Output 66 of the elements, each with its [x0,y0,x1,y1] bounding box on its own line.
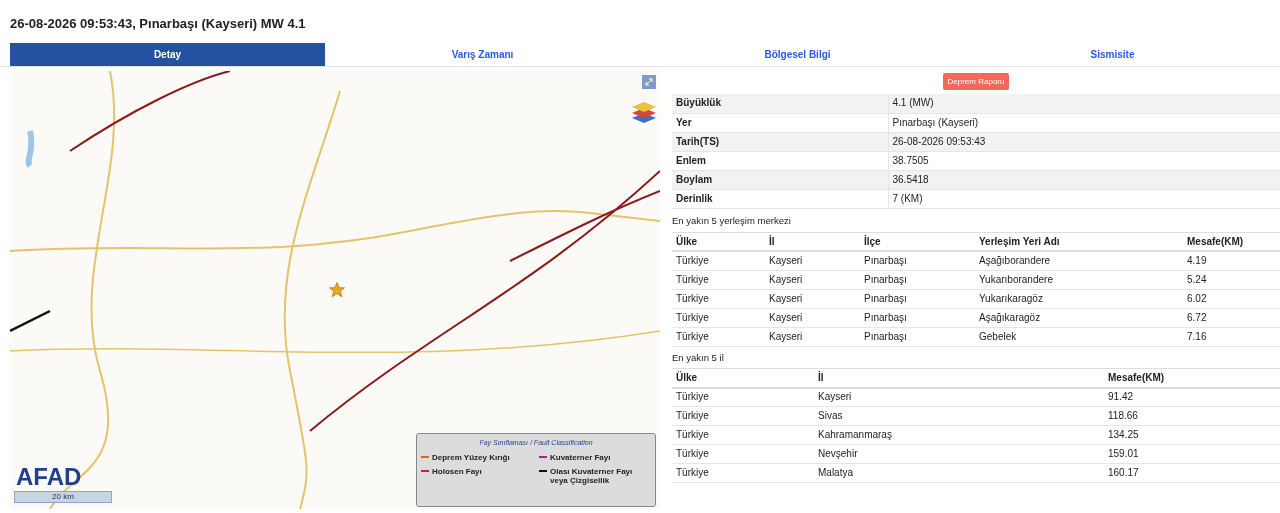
column-header: Yerleşim Yeri Adı [975,232,1183,252]
table-cell: Pınarbaşı [860,270,975,290]
table-cell: Kayseri [765,289,860,309]
column-header: Mesafe(KM) [1104,368,1280,388]
column-header: Ülke [672,232,765,252]
table-cell: Kayseri [765,327,860,347]
table-cell: Kayseri [765,251,860,271]
column-header: Ülke [672,368,814,388]
field-label: Büyüklük [672,94,888,113]
table-cell: Türkiye [672,289,765,309]
fullscreen-button[interactable] [642,75,656,89]
table-cell: Kahramanmaraş [814,425,1104,445]
fault-line [10,309,51,333]
tab[interactable]: Detay [10,43,325,66]
table-cell: Türkiye [672,444,814,464]
table-cell: 118.66 [1104,406,1280,426]
table-cell: Türkiye [672,463,814,483]
column-header: İl [814,368,1104,388]
table-cell: 6.72 [1183,308,1280,328]
table-cell: 7.16 [1183,327,1280,347]
table-cell: 134.25 [1104,425,1280,445]
column-header: Mesafe(KM) [1183,232,1280,252]
table-cell: Nevşehir [814,444,1104,464]
star-icon [328,281,346,299]
table-cell: Türkiye [672,270,765,290]
column-header: İl [765,232,860,252]
table-cell: 6.02 [1183,289,1280,309]
expand-icon [645,78,653,86]
table-cell: Kayseri [814,387,1104,407]
legend-label: Deprem Yüzey Kırığı [432,452,510,462]
table-cell: Pınarbaşı [860,289,975,309]
table-cell: Yukarıkaragöz [975,289,1183,309]
table-cell: 159.01 [1104,444,1280,464]
table-cell: Malatya [814,463,1104,483]
field-value: 4.1 (MW) [888,94,1280,113]
table-cell: 4.19 [1183,251,1280,271]
legend-label: Kuvaterner Fayı [550,452,611,462]
table-cell: Türkiye [672,251,765,271]
table-cell: Türkiye [672,387,814,407]
page-title: 26-08-2026 09:53:43, Pınarbaşı (Kayseri) MW 4.1 [9,15,307,33]
table-cell: Aşağıkaragöz [975,308,1183,328]
logo: AFAD [16,465,82,489]
table-cell: Kayseri [765,308,860,328]
table-cell: Sivas [814,406,1104,426]
legend-label: Holosen Fayı [432,466,482,476]
table-cell: Pınarbaşı [860,308,975,328]
column-header: İlçe [860,232,975,252]
table-cell: Kayseri [765,270,860,290]
table-cell: Pınarbaşı [860,251,975,271]
table-cell: Aşağıborandere [975,251,1183,271]
table-cell: Yukarıborandere [975,270,1183,290]
section-heading: En yakın 5 yerleşim merkezi [672,213,792,228]
table-cell: Türkiye [672,327,765,347]
table-cell: Türkiye [672,425,814,445]
table-cell: Pınarbaşı [860,327,975,347]
table-cell: Türkiye [672,406,814,426]
legend-label: Olası Kuvaterner Fayı veya Çizgisellik [550,466,634,485]
section-heading: En yakın 5 il [672,350,725,365]
table-cell: Türkiye [672,308,765,328]
table-cell: 160.17 [1104,463,1280,483]
table-cell: 5.24 [1183,270,1280,290]
lake [25,130,35,168]
scale-bar: 20 km [14,491,112,503]
table-cell: Gebelek [975,327,1183,347]
layers-icon[interactable] [630,99,658,125]
table-cell: 91.42 [1104,387,1280,407]
